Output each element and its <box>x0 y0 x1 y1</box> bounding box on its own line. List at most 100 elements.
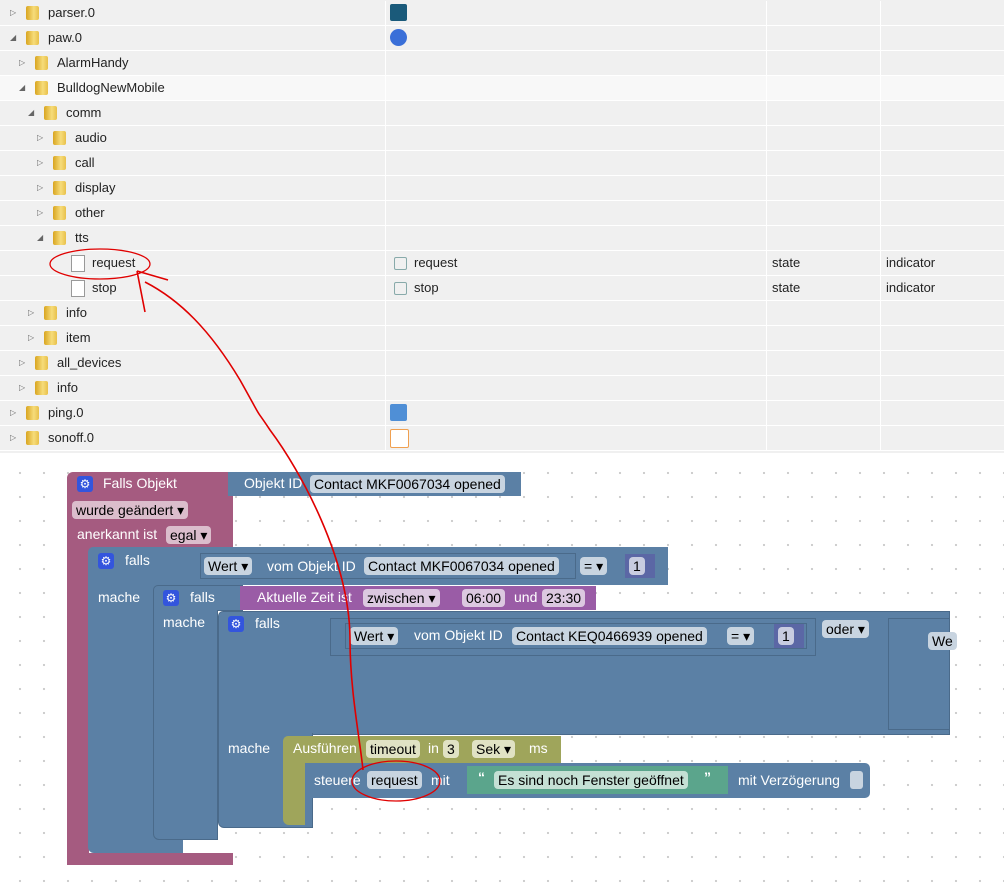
caret-right-icon[interactable]: ▷ <box>19 51 25 75</box>
folder-icon <box>35 356 48 370</box>
tree-name-cell: request <box>0 251 386 275</box>
gear-icon[interactable]: ⚙ <box>77 476 93 492</box>
folder-icon <box>26 406 39 420</box>
caret-down-icon[interactable]: ◢ <box>10 26 16 50</box>
tree-role-cell: state <box>767 276 881 300</box>
tree-row[interactable]: ▷ info <box>0 376 1004 401</box>
if1-mache-label: mache <box>98 589 141 605</box>
caret-right-icon[interactable]: ▷ <box>37 151 43 175</box>
ms-label: ms <box>529 740 548 756</box>
tree-role-cell: state <box>767 251 881 275</box>
tree-name2-cell <box>386 426 767 450</box>
tree-row[interactable]: ◢ paw.0 <box>0 26 1004 51</box>
folder-icon <box>26 431 39 445</box>
time-mode-dropdown[interactable]: zwischen ▾ <box>363 589 440 607</box>
delay-field[interactable]: 3 <box>443 740 459 758</box>
folder-icon <box>53 156 66 170</box>
tree-role-cell <box>767 201 881 225</box>
wert-dropdown[interactable]: Wert ▾ <box>350 627 399 645</box>
tree-row[interactable]: request request state indicator <box>0 251 1004 276</box>
tree-row[interactable]: ▷ sonoff.0 <box>0 426 1004 451</box>
time-from-field[interactable]: 06:00 <box>462 589 506 607</box>
if-block-2-body <box>153 610 218 840</box>
object-field[interactable]: Contact MKF0067034 opened <box>364 557 559 575</box>
trigger-block-body <box>67 545 89 865</box>
caret-down-icon[interactable]: ◢ <box>19 76 25 100</box>
tree-row[interactable]: ◢ comm <box>0 101 1004 126</box>
tree-row[interactable]: ▷ all_devices <box>0 351 1004 376</box>
object-field[interactable]: Contact KEQ0466939 opened <box>512 627 707 645</box>
tree-role-cell <box>767 1 881 25</box>
tree-name2-cell <box>386 26 767 50</box>
op-dropdown[interactable]: = ▾ <box>727 627 755 645</box>
event-dropdown[interactable]: wurde geändert ▾ <box>72 501 189 519</box>
wert-dropdown-partial[interactable]: We <box>928 632 957 650</box>
unit-dropdown[interactable]: Sek ▾ <box>472 740 516 758</box>
caret-right-icon[interactable]: ▷ <box>19 351 25 375</box>
tree-type-cell: indicator <box>881 276 1004 300</box>
caret-right-icon[interactable]: ▷ <box>37 201 43 225</box>
tree-row[interactable]: ▷ display <box>0 176 1004 201</box>
caret-down-icon[interactable]: ◢ <box>37 226 43 250</box>
caret-down-icon[interactable]: ◢ <box>28 101 34 125</box>
folder-icon <box>26 6 39 20</box>
wert-dropdown[interactable]: Wert ▾ <box>204 557 253 575</box>
time-to-field[interactable]: 23:30 <box>542 589 586 607</box>
number-field[interactable]: 1 <box>778 627 794 645</box>
oder-dropdown[interactable]: oder ▾ <box>822 620 869 638</box>
blockly-workspace[interactable]: ⚙ Falls Objekt wurde geändert ▾ anerkann… <box>0 455 1004 886</box>
tree-row[interactable]: ▷ item <box>0 326 1004 351</box>
tree-row[interactable]: ▷ audio <box>0 126 1004 151</box>
tree-role-cell <box>767 176 881 200</box>
folder-icon <box>35 381 48 395</box>
caret-right-icon[interactable]: ▷ <box>10 401 16 425</box>
event-value: wurde geändert <box>76 502 174 518</box>
tree-type-cell <box>881 26 1004 50</box>
tree-name-cell: ▷ info <box>0 301 386 325</box>
tree-row[interactable]: ▷ info <box>0 301 1004 326</box>
object-id-label: Objekt ID <box>244 475 303 491</box>
op-dropdown[interactable]: = ▾ <box>580 557 608 575</box>
tree-role-cell <box>767 376 881 400</box>
timeout-name-field[interactable]: timeout <box>366 740 420 758</box>
gear-icon[interactable]: ⚙ <box>98 553 114 569</box>
ping-adapter-icon <box>390 404 407 421</box>
ack-value: egal <box>170 527 197 543</box>
gear-icon[interactable]: ⚙ <box>228 616 244 632</box>
caret-right-icon[interactable]: ▷ <box>28 326 34 350</box>
tree-row[interactable]: ▷ AlarmHandy <box>0 51 1004 76</box>
caret-right-icon[interactable]: ▷ <box>10 1 16 25</box>
text-field[interactable]: Es sind noch Fenster geöffnet <box>494 771 688 789</box>
ack-dropdown[interactable]: egal ▾ <box>166 526 212 544</box>
tree-role-cell <box>767 51 881 75</box>
tree-row[interactable]: ◢ BulldogNewMobile <box>0 76 1004 101</box>
tree-label: sonoff.0 <box>48 430 95 445</box>
caret-right-icon[interactable]: ▷ <box>28 301 34 325</box>
sonoff-adapter-icon <box>390 429 409 448</box>
tree-name-cell: ▷ parser.0 <box>0 1 386 25</box>
tree-name2-cell <box>386 76 767 100</box>
gear-icon[interactable]: ⚙ <box>163 590 179 606</box>
tree-row[interactable]: ▷ ping.0 <box>0 401 1004 426</box>
op-value: = <box>584 558 593 574</box>
vom-label: vom Objekt ID <box>414 627 503 643</box>
control-target-field[interactable]: request <box>367 771 422 789</box>
wert-value: Wert <box>208 558 238 574</box>
tree-row[interactable]: ▷ other <box>0 201 1004 226</box>
caret-right-icon[interactable]: ▷ <box>19 376 25 400</box>
tree-type-cell <box>881 351 1004 375</box>
delay-checkbox[interactable] <box>850 771 863 789</box>
folder-icon <box>53 231 66 245</box>
tree-row[interactable]: ▷ parser.0 <box>0 1 1004 26</box>
object-id-field[interactable]: Contact MKF0067034 opened <box>310 475 505 493</box>
tree-type-cell <box>881 326 1004 350</box>
tree-name-cell: stop <box>0 276 386 300</box>
caret-right-icon[interactable]: ▷ <box>37 126 43 150</box>
caret-right-icon[interactable]: ▷ <box>37 176 43 200</box>
folder-icon <box>44 106 57 120</box>
caret-right-icon[interactable]: ▷ <box>10 426 16 450</box>
tree-row[interactable]: stop stop state indicator <box>0 276 1004 301</box>
tree-row[interactable]: ▷ call <box>0 151 1004 176</box>
tree-row[interactable]: ◢ tts <box>0 226 1004 251</box>
number-field[interactable]: 1 <box>629 557 645 575</box>
